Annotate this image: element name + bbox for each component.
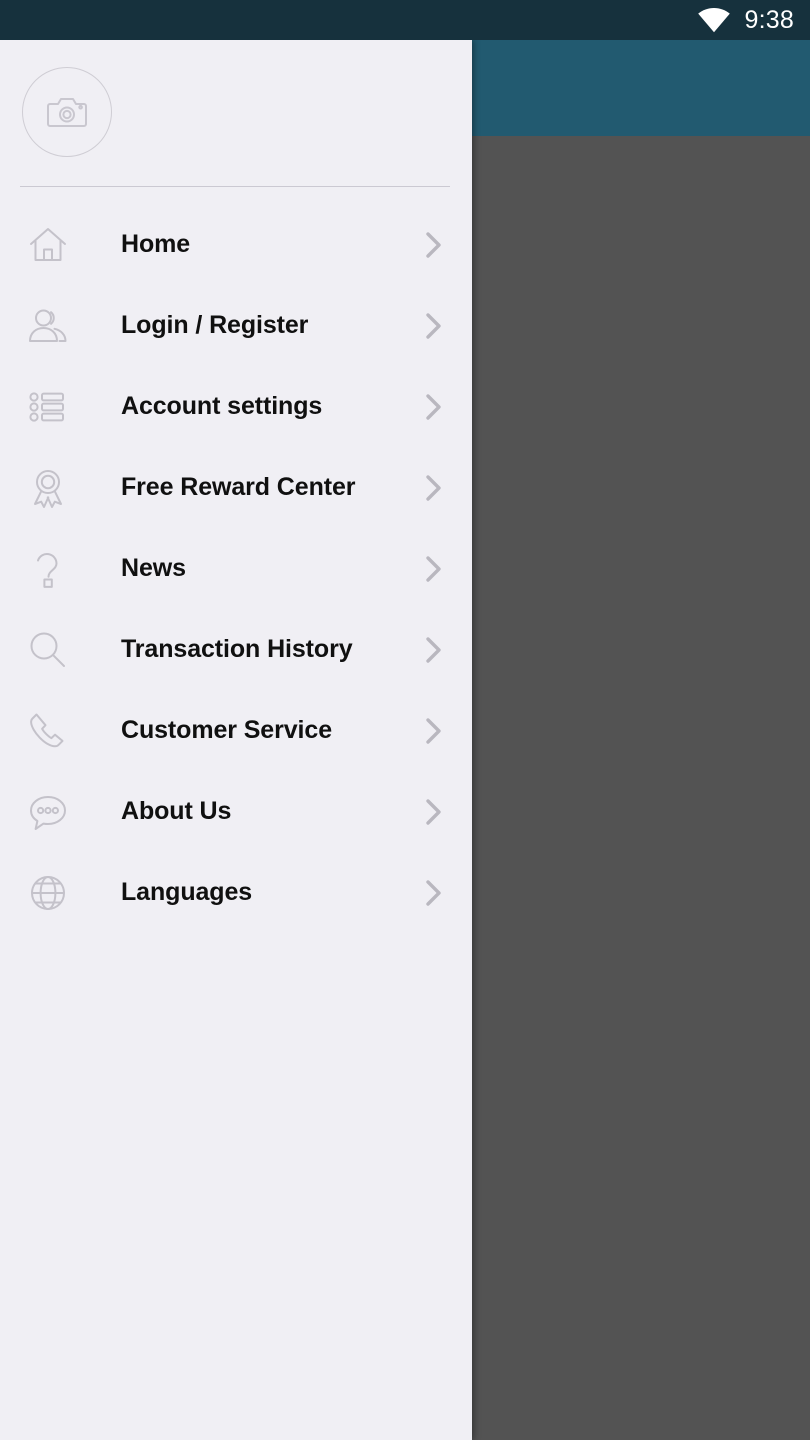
screen: 9:38 Home Login / Register Account setti… (0, 0, 810, 1440)
sidebar-item-transaction-history[interactable]: Transaction History (0, 609, 472, 690)
status-bar-right-group: 9:38 (697, 7, 794, 33)
sidebar-item-label: Customer Service (121, 716, 332, 744)
chat-bubble-icon (25, 789, 71, 835)
drawer-header (0, 40, 472, 187)
chevron-right-icon (426, 393, 441, 420)
wifi-icon (697, 8, 730, 33)
sidebar-item-news[interactable]: News (0, 528, 472, 609)
sidebar-item-label: Home (121, 230, 191, 258)
avatar[interactable] (22, 67, 112, 157)
chevron-right-icon (426, 312, 441, 339)
chevron-right-icon (426, 717, 441, 744)
sidebar-item-label: Login / Register (121, 311, 309, 339)
drawer-nav-list: Home Login / Register Account settings F… (0, 204, 472, 933)
status-time: 9:38 (744, 5, 794, 34)
sidebar-item-free-reward-center[interactable]: Free Reward Center (0, 447, 472, 528)
sidebar-item-login-register[interactable]: Login / Register (0, 285, 472, 366)
header-divider (20, 186, 450, 187)
sidebar-item-label: About Us (121, 797, 232, 825)
globe-icon (25, 870, 71, 916)
question-mark-icon (25, 546, 71, 592)
phone-icon (25, 708, 71, 754)
users-icon (25, 303, 71, 349)
list-settings-icon (25, 384, 71, 430)
award-ribbon-icon (25, 465, 71, 511)
sidebar-item-about-us[interactable]: About Us (0, 771, 472, 852)
sidebar-item-label: Account settings (121, 392, 323, 420)
navigation-drawer: Home Login / Register Account settings F… (0, 40, 472, 1440)
sidebar-item-account-settings[interactable]: Account settings (0, 366, 472, 447)
sidebar-item-label: Free Reward Center (121, 473, 356, 501)
sidebar-item-label: Languages (121, 878, 253, 906)
sidebar-item-home[interactable]: Home (0, 204, 472, 285)
status-bar: 9:38 (0, 0, 810, 40)
chevron-right-icon (426, 555, 441, 582)
camera-icon (47, 98, 87, 127)
magnifier-icon (25, 627, 71, 673)
sidebar-item-customer-service[interactable]: Customer Service (0, 690, 472, 771)
sidebar-item-label: Transaction History (121, 635, 353, 663)
chevron-right-icon (426, 879, 441, 906)
chevron-right-icon (426, 798, 441, 825)
sidebar-item-label: News (121, 554, 186, 582)
sidebar-item-languages[interactable]: Languages (0, 852, 472, 933)
home-icon (25, 222, 71, 268)
chevron-right-icon (426, 231, 441, 258)
chevron-right-icon (426, 636, 441, 663)
chevron-right-icon (426, 474, 441, 501)
